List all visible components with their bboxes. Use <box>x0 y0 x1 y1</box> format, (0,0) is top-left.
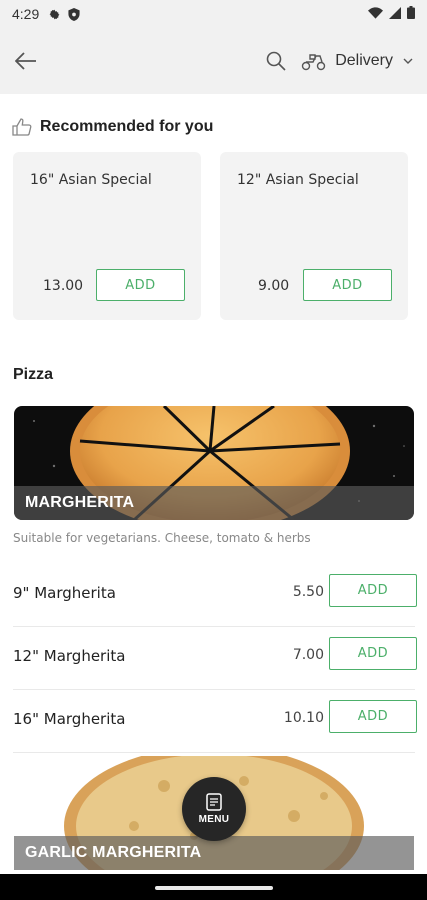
search-button[interactable] <box>263 48 289 74</box>
menu-item-name: 9" Margherita <box>13 584 116 602</box>
thumbs-up-icon <box>12 118 32 136</box>
status-bar: 4:29 <box>0 0 427 28</box>
recommended-heading: Recommended for you <box>12 118 213 136</box>
recommended-item-name: 12" Asian Special <box>237 172 359 188</box>
search-icon <box>266 51 286 71</box>
menu-item-row[interactable]: 16" Margherita 10.10 ADD <box>0 690 427 753</box>
wifi-icon <box>368 6 383 22</box>
system-navigation-bar <box>0 874 427 900</box>
delivery-scooter-icon <box>302 54 326 71</box>
status-time: 4:29 <box>12 6 40 22</box>
delivery-mode-dropdown[interactable]: Delivery <box>301 51 415 71</box>
recommended-item-price: 9.00 <box>258 278 290 294</box>
back-button[interactable] <box>12 47 40 75</box>
home-gesture-handle[interactable] <box>155 886 273 890</box>
banner-title: MARGHERITA <box>14 486 414 520</box>
menu-item-name: 16" Margherita <box>13 710 126 728</box>
menu-fab-button[interactable]: MENU <box>182 777 246 841</box>
add-button[interactable]: ADD <box>96 269 185 301</box>
arrow-left-icon <box>15 52 36 70</box>
menu-item-price: 10.10 <box>283 710 324 726</box>
section-title: Pizza <box>13 366 54 383</box>
add-button[interactable]: ADD <box>329 700 417 733</box>
margherita-banner: MARGHERITA <box>14 406 414 520</box>
delivery-label: Delivery <box>335 52 393 69</box>
add-button[interactable]: ADD <box>329 574 417 607</box>
menu-document-icon <box>206 793 222 811</box>
add-button[interactable]: ADD <box>303 269 392 301</box>
recommended-title: Recommended for you <box>40 118 214 135</box>
recommended-card[interactable]: 16" Asian Special 13.00 ADD <box>13 152 201 320</box>
menu-item-price: 7.00 <box>292 647 324 663</box>
section-description: Suitable for vegetarians. Cheese, tomato… <box>13 531 311 545</box>
menu-item-row[interactable]: 9" Margherita 5.50 ADD <box>0 564 427 627</box>
shield-icon <box>67 7 81 21</box>
menu-item-name: 12" Margherita <box>13 647 126 665</box>
recommended-card[interactable]: 12" Asian Special 9.00 ADD <box>220 152 408 320</box>
menu-item-price: 5.50 <box>292 584 324 600</box>
chevron-down-icon <box>401 54 415 68</box>
recommended-item-name: 16" Asian Special <box>30 172 152 188</box>
add-button[interactable]: ADD <box>329 637 417 670</box>
menu-item-row[interactable]: 12" Margherita 7.00 ADD <box>0 627 427 690</box>
top-app-bar: Delivery <box>0 28 427 94</box>
settings-gear-icon <box>47 7 61 21</box>
banner-title: GARLIC MARGHERITA <box>14 836 414 870</box>
cell-signal-icon <box>389 6 401 22</box>
recommended-item-price: 13.00 <box>43 278 84 294</box>
divider <box>13 752 415 753</box>
battery-icon <box>407 6 415 22</box>
fab-label: MENU <box>198 814 230 825</box>
